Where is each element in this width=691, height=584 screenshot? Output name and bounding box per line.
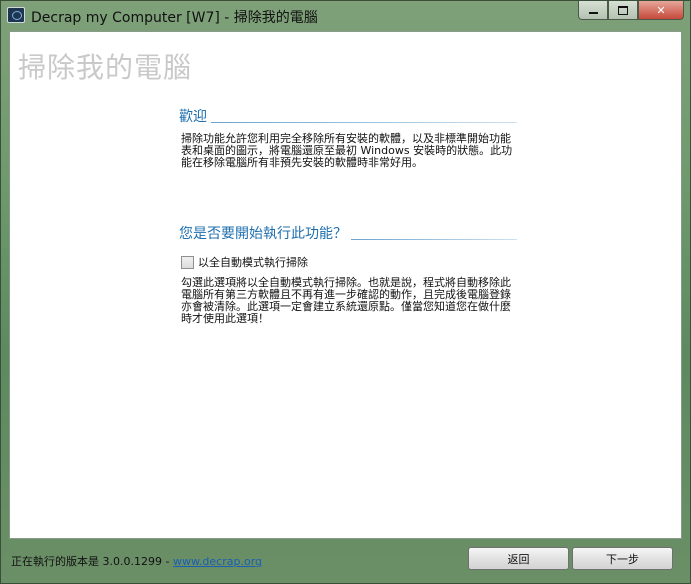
question-heading-text: 您是否要開始執行此功能？ bbox=[179, 226, 347, 242]
back-button[interactable]: 返回 bbox=[468, 547, 569, 570]
question-heading: 您是否要開始執行此功能？ bbox=[179, 223, 517, 243]
website-link[interactable]: www.decrap.org bbox=[173, 555, 262, 568]
maximize-button[interactable] bbox=[608, 1, 638, 20]
next-button[interactable]: 下一步 bbox=[572, 547, 673, 570]
auto-mode-option[interactable]: 以全自動模式執行掃除 bbox=[181, 254, 308, 270]
close-button[interactable]: ✕ bbox=[638, 1, 684, 20]
window-title: Decrap my Computer [W7] - 掃除我的電腦 bbox=[31, 10, 318, 26]
minimize-icon bbox=[588, 12, 598, 14]
wizard-panel: 掃除我的電腦 歡迎 掃除功能允許您利用完全移除所有安裝的軟體，以及非標準開始功能… bbox=[9, 31, 682, 539]
page-title: 掃除我的電腦 bbox=[18, 51, 193, 84]
close-icon: ✕ bbox=[656, 3, 666, 17]
footer-bar: 正在執行的版本是 3.0.0.1299 - www.decrap.org 返回 … bbox=[9, 541, 682, 579]
window-controls: ✕ bbox=[578, 1, 684, 21]
version-text: 正在執行的版本是 3.0.0.1299 - bbox=[11, 555, 173, 568]
question-heading-divider bbox=[351, 239, 517, 240]
title-bar[interactable]: Decrap my Computer [W7] - 掃除我的電腦 ✕ bbox=[1, 1, 690, 31]
app-icon bbox=[7, 7, 25, 23]
auto-mode-label[interactable]: 以全自動模式執行掃除 bbox=[198, 254, 308, 270]
version-info: 正在執行的版本是 3.0.0.1299 - www.decrap.org bbox=[11, 553, 262, 569]
welcome-heading: 歡迎 bbox=[179, 106, 517, 126]
app-window: Decrap my Computer [W7] - 掃除我的電腦 ✕ 掃除我的電… bbox=[0, 0, 691, 584]
minimize-button[interactable] bbox=[578, 1, 608, 20]
welcome-heading-text: 歡迎 bbox=[179, 109, 207, 125]
welcome-description: 掃除功能允許您利用完全移除所有安裝的軟體，以及非標準開始功能表和桌面的圖示，將電… bbox=[181, 132, 513, 169]
auto-mode-description: 勾選此選項將以全自動模式執行掃除。也就是說，程式將自動移除此電腦所有第三方軟體且… bbox=[181, 276, 511, 325]
welcome-heading-divider bbox=[211, 122, 517, 123]
maximize-icon bbox=[618, 5, 628, 15]
auto-mode-checkbox[interactable] bbox=[181, 255, 194, 269]
